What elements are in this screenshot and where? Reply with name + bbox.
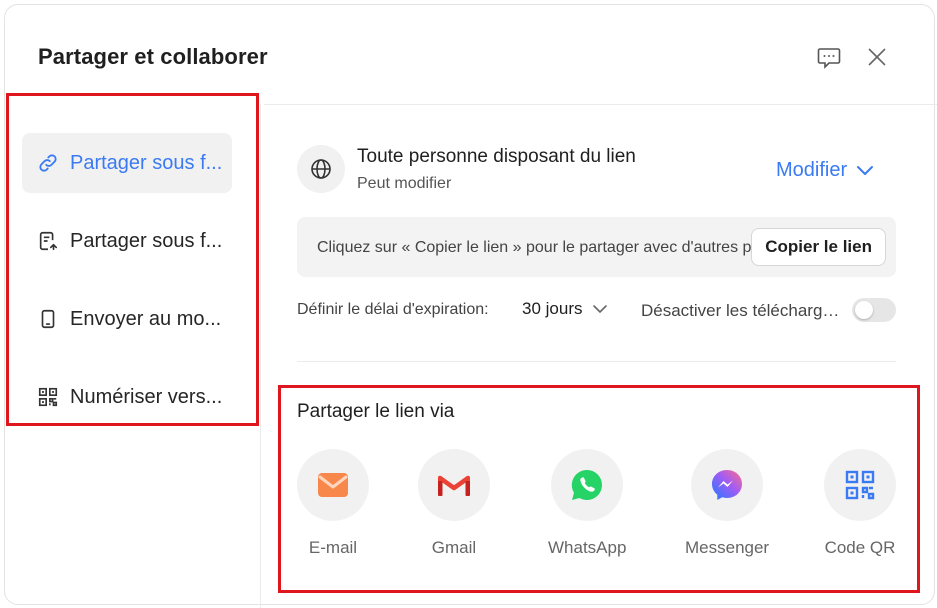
disable-download-label: Désactiver les téléchargements — [641, 301, 841, 320]
chevron-down-icon — [593, 305, 608, 314]
dialog-title: Partager et collaborer — [38, 44, 268, 69]
share-via-highlight — [278, 385, 920, 593]
header-divider — [264, 104, 937, 105]
permission-subtitle: Peut modifier — [357, 175, 452, 192]
globe-icon — [297, 145, 345, 193]
content-divider — [297, 361, 896, 362]
sidebar-divider — [260, 104, 261, 608]
copy-link-button[interactable]: Copier le lien — [751, 228, 886, 266]
link-box: Cliquez sur « Copier le lien » pour le p… — [297, 217, 896, 277]
permission-title: Toute personne disposant du lien — [357, 146, 636, 167]
modify-label: Modifier — [776, 159, 848, 181]
close-icon[interactable] — [862, 42, 892, 72]
expiration-select[interactable]: 30 jours — [522, 299, 608, 319]
sidebar-highlight — [6, 93, 259, 426]
comment-icon[interactable] — [814, 42, 844, 72]
expiration-label: Définir le délai d'expiration: — [297, 301, 489, 318]
modify-permission-button[interactable]: Modifier — [776, 159, 875, 182]
chevron-down-icon — [857, 165, 874, 175]
disable-download-toggle[interactable] — [852, 298, 896, 322]
toggle-knob — [855, 301, 873, 319]
expiration-value: 30 jours — [522, 299, 583, 318]
link-hint: Cliquez sur « Copier le lien » pour le p… — [317, 239, 818, 256]
